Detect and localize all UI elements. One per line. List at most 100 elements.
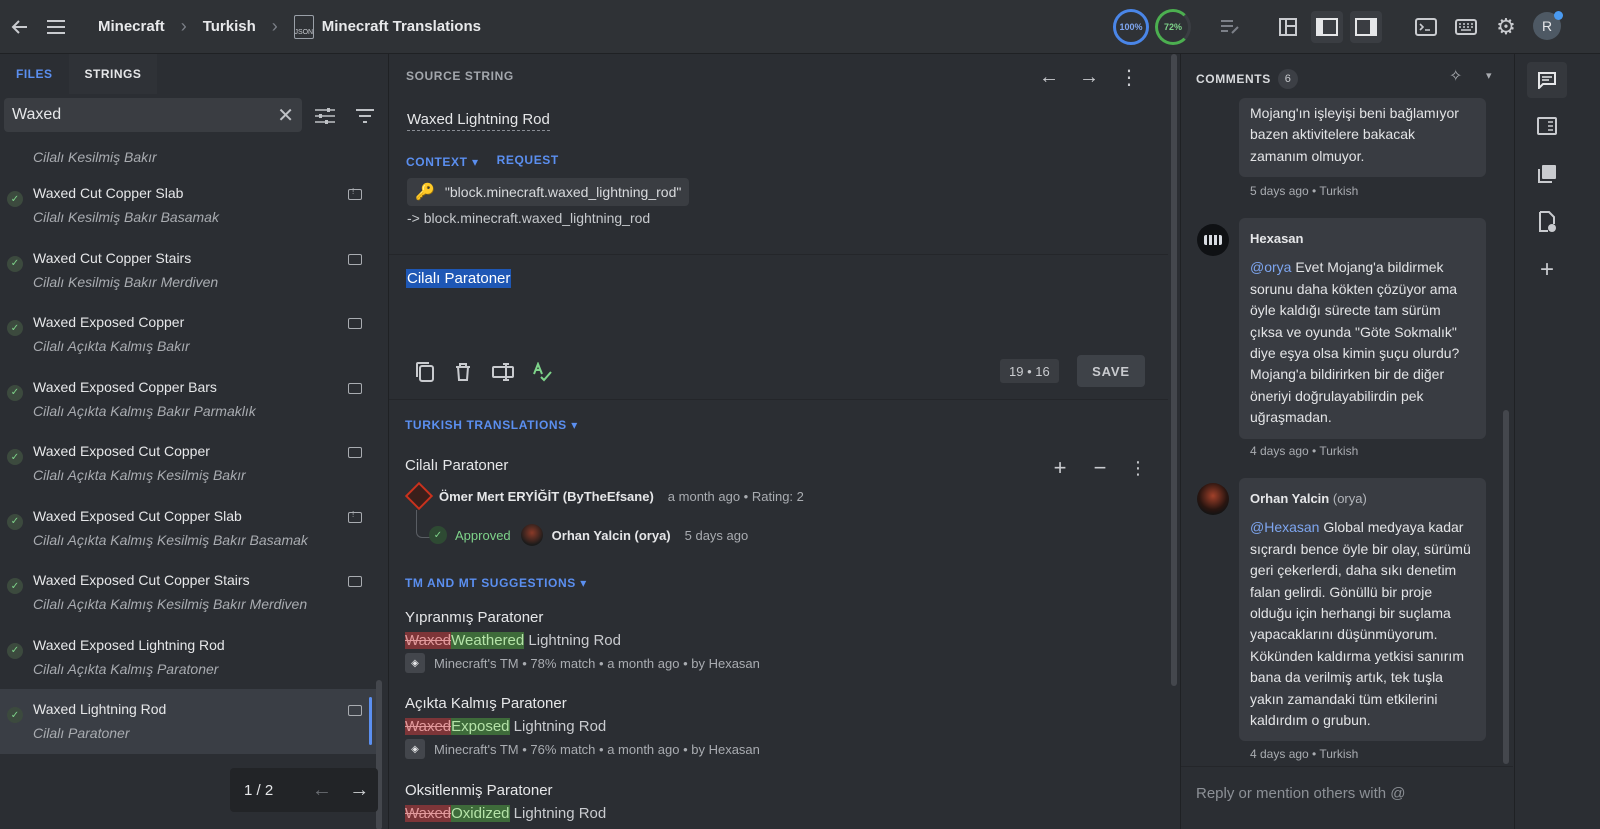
page-indicator: 1 / 2	[244, 781, 274, 799]
comment-meta: 4 days ago • Turkish	[1250, 747, 1359, 761]
check-icon: ✓	[7, 384, 23, 401]
mention-link[interactable]: @Hexasan	[1250, 519, 1319, 535]
approver-avatar	[520, 524, 543, 546]
suggestion-source: Minecraft's TM	[434, 741, 519, 757]
breadcrumb-language[interactable]: Turkish	[203, 18, 256, 35]
string-key[interactable]: 🔑 "block.minecraft.waxed_lightning_rod"	[407, 178, 690, 206]
pager: 1 / 2 ← →	[230, 768, 378, 812]
breadcrumb-project[interactable]: Minecraft	[98, 18, 165, 35]
tm-suggestion[interactable]: Açıkta Kalmış Paratoner WaxedExposed Lig…	[405, 695, 1145, 759]
sliders-icon[interactable]	[311, 102, 339, 130]
edit-list-icon[interactable]	[1214, 11, 1246, 43]
translation-author[interactable]: Ömer Mert ERYİĞİT (ByTheEfsane)	[439, 489, 654, 504]
string-key-text: "block.minecraft.waxed_lightning_rod"	[444, 184, 682, 200]
string-translation: Cilalı Açıkta Kalmış Bakır	[33, 338, 190, 354]
gear-icon[interactable]: ⚙	[1490, 11, 1522, 43]
approver-name[interactable]: Orhan Yalcin (orya)	[552, 528, 671, 543]
list-item[interactable]: ✓ Waxed Exposed Copper Cilalı Açıkta Kal…	[0, 302, 376, 367]
tab-strings[interactable]: STRINGS	[68, 54, 158, 94]
comment-author-name[interactable]: Hexasan	[1250, 231, 1303, 246]
string-source: Waxed Exposed Cut Copper Stairs	[33, 572, 250, 588]
approval-row: ✓ Approved Orhan Yalcin (orya) 5 days ag…	[429, 524, 748, 546]
tm-suggestion[interactable]: Yıpranmış Paratoner WaxedWeathered Light…	[405, 609, 1145, 673]
list-item[interactable]: ✓ Waxed Exposed Cut Copper Slab Cilalı A…	[0, 496, 376, 561]
list-item[interactable]: ✓ Waxed Exposed Cut Copper Stairs Cilalı…	[0, 560, 376, 625]
next-string-arrow-icon[interactable]: →	[1074, 64, 1104, 90]
comments-scrollbar[interactable]	[1501, 100, 1511, 764]
comments-header-row: COMMENTS 6	[1196, 69, 1298, 89]
menu-icon[interactable]	[38, 9, 74, 45]
copy-source-icon[interactable]	[411, 358, 439, 386]
list-item[interactable]: ✓ Waxed Exposed Lightning Rod Cilalı Açı…	[0, 625, 376, 690]
comments-icon[interactable]	[1527, 62, 1567, 98]
library-icon[interactable]	[1527, 156, 1567, 192]
prev-page-arrow-icon[interactable]: ←	[303, 779, 340, 802]
tab-files[interactable]: FILES	[0, 54, 69, 94]
avatar[interactable]	[1197, 224, 1229, 256]
comment-bubble: Mojang'ın işleyişi beni bağlamıyor bazen…	[1239, 98, 1486, 178]
mention-link[interactable]: @orya	[1250, 259, 1291, 275]
context-dropdown[interactable]: CONTEXT ▾	[406, 153, 479, 171]
diff-unchanged: Lightning Rod	[524, 632, 621, 649]
prev-string-arrow-icon[interactable]: ←	[1034, 64, 1064, 90]
more-vertical-icon[interactable]: ⋮	[1114, 64, 1144, 90]
comment-author: Orhan Yalcin (orya)	[1250, 488, 1475, 509]
glossary-icon[interactable]	[1527, 108, 1567, 144]
string-translation: Cilalı Paratoner	[33, 725, 130, 741]
caret-down-icon[interactable]: ▾	[1486, 69, 1492, 82]
layout-sidebar-left-icon[interactable]	[1311, 11, 1343, 43]
list-item[interactable]: ✓ Waxed Cut Copper Stairs Cilalı Kesilmi…	[0, 238, 376, 303]
turkish-translations-dropdown[interactable]: TURKISH TRANSLATIONS ▾	[405, 416, 578, 434]
file-info-icon[interactable]	[1527, 204, 1567, 240]
comment-text: @orya Evet Mojang'a bildirmek sorunu dah…	[1250, 257, 1475, 428]
list-item[interactable]: ✓ Waxed Exposed Copper Bars Cilalı Açıkt…	[0, 367, 376, 432]
trash-icon[interactable]	[449, 358, 477, 386]
string-source: Waxed Exposed Copper	[33, 314, 185, 330]
next-page-arrow-icon[interactable]: →	[341, 779, 378, 802]
vote-down-minus-icon[interactable]: −	[1088, 457, 1112, 479]
back-arrow-icon[interactable]	[2, 9, 38, 45]
comment-author-name[interactable]: Orhan Yalcin	[1250, 491, 1329, 506]
comments-count: 6	[1277, 69, 1298, 89]
save-button[interactable]: SAVE	[1077, 355, 1145, 387]
avatar[interactable]	[1197, 483, 1229, 515]
check-icon: ✓	[7, 578, 23, 594]
console-icon[interactable]	[1410, 11, 1442, 43]
json-file-icon: JSON	[293, 14, 314, 39]
left-scrollbar[interactable]	[376, 140, 382, 829]
string-translation: Cilalı Açıkta Kalmış Paratoner	[33, 660, 219, 677]
center-scrollbar[interactable]	[1168, 54, 1180, 829]
add-plus-icon[interactable]: +	[1527, 252, 1567, 288]
list-item[interactable]: Cilalı Kesilmiş Bakır	[0, 140, 376, 173]
tm-suggestions-dropdown[interactable]: TM AND MT SUGGESTIONS ▾	[405, 574, 587, 592]
breadcrumb-file[interactable]: Minecraft Translations	[322, 18, 481, 35]
comment-text: Mojang'ın işleyişi beni bağlamıyor bazen…	[1250, 105, 1459, 164]
filter-icon[interactable]	[351, 102, 379, 130]
search-box: ✕	[4, 98, 302, 132]
source-string-text: Waxed Lightning Rod	[407, 111, 550, 131]
comment-body: Evet Mojang'a bildirmek sorunu daha kökt…	[1250, 259, 1460, 426]
reply-input[interactable]: Reply or mention others with @	[1181, 766, 1513, 829]
text-field-icon[interactable]	[489, 358, 517, 386]
list-item[interactable]: ✓ Waxed Cut Copper Slab Cilalı Kesilmiş …	[0, 173, 376, 238]
chevron-right-icon: ›	[271, 16, 278, 36]
keyboard-icon[interactable]	[1450, 11, 1482, 43]
tm-suggestion[interactable]: Oksitlenmiş Paratoner WaxedOxidized Ligh…	[405, 782, 1145, 822]
translation-editor[interactable]: Cilalı Paratoner 19 • 16 SAVE	[389, 255, 1168, 399]
translation-input-text[interactable]: Cilalı Paratoner	[406, 269, 512, 288]
spellcheck-icon[interactable]	[529, 358, 557, 386]
comment-bubble: Orhan Yalcin (orya) @Hexasan Global medy…	[1239, 478, 1486, 742]
layout-sidebar-right-icon[interactable]	[1350, 11, 1382, 43]
comment-icon	[348, 576, 362, 587]
divider	[389, 399, 1168, 400]
close-icon[interactable]: ✕	[277, 103, 294, 128]
search-input[interactable]	[12, 106, 278, 124]
vote-up-plus-icon[interactable]: +	[1048, 457, 1072, 479]
list-item-selected[interactable]: ✓ Waxed Lightning Rod Cilalı Paratoner	[0, 689, 376, 754]
request-link[interactable]: REQUEST	[497, 153, 559, 171]
pin-off-icon[interactable]: ✧	[1449, 66, 1462, 86]
list-item[interactable]: ✓ Waxed Exposed Cut Copper Cilalı Açıkta…	[0, 431, 376, 496]
more-vertical-icon[interactable]: ⋮	[1126, 457, 1150, 479]
layout-grid-icon[interactable]	[1272, 11, 1304, 43]
diff-unchanged: Lightning Rod	[509, 805, 607, 822]
